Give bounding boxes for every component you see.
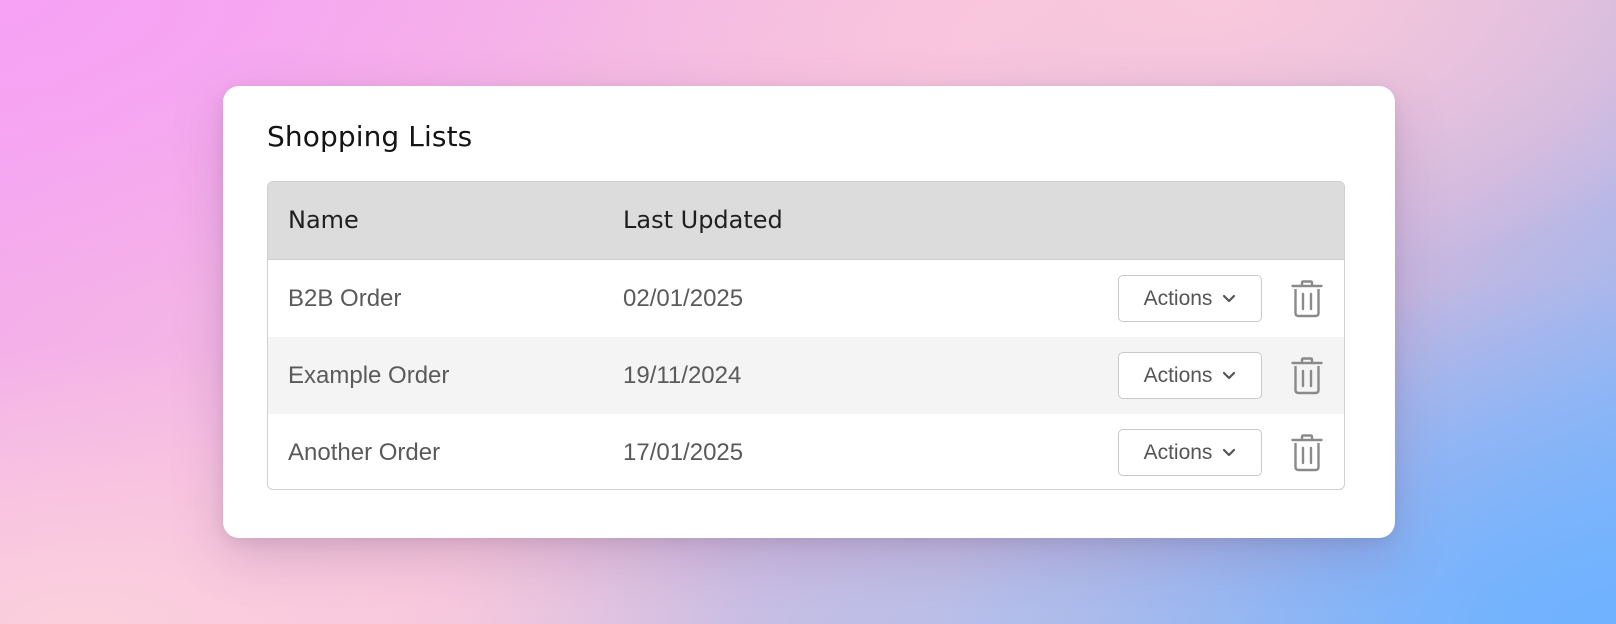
chevron-down-icon <box>1223 294 1236 302</box>
actions-label: Actions <box>1143 363 1213 387</box>
card-title: Shopping Lists <box>267 120 473 153</box>
chevron-down-icon <box>1223 371 1236 379</box>
list-last-updated: 02/01/2025 <box>623 285 744 312</box>
actions-dropdown-button[interactable]: Actions <box>1118 352 1262 399</box>
list-name: Example Order <box>288 362 450 389</box>
list-name: B2B Order <box>288 285 402 312</box>
shopping-lists-table: Name Last Updated B2B Order 02/01/2025 A… <box>267 181 1345 490</box>
actions-dropdown-button[interactable]: Actions <box>1118 429 1262 476</box>
actions-label: Actions <box>1143 286 1213 310</box>
actions-label: Actions <box>1143 440 1213 464</box>
chevron-down-icon <box>1223 448 1236 456</box>
table-row: Another Order 17/01/2025 Actions <box>268 414 1344 489</box>
shopping-lists-card: Shopping Lists Name Last Updated B2B Ord… <box>223 86 1395 538</box>
table-row: Example Order 19/11/2024 Actions <box>268 337 1344 414</box>
actions-dropdown-button[interactable]: Actions <box>1118 275 1262 322</box>
trash-icon[interactable] <box>1291 434 1323 472</box>
list-last-updated: 19/11/2024 <box>623 362 742 389</box>
list-last-updated: 17/01/2025 <box>623 439 744 466</box>
table-header: Name Last Updated <box>268 182 1344 260</box>
list-name: Another Order <box>288 439 441 466</box>
table-row: B2B Order 02/01/2025 Actions <box>268 260 1344 337</box>
trash-icon[interactable] <box>1291 357 1323 395</box>
column-header-name: Name <box>288 206 359 234</box>
trash-icon[interactable] <box>1291 280 1323 318</box>
column-header-last-updated: Last Updated <box>623 206 783 234</box>
